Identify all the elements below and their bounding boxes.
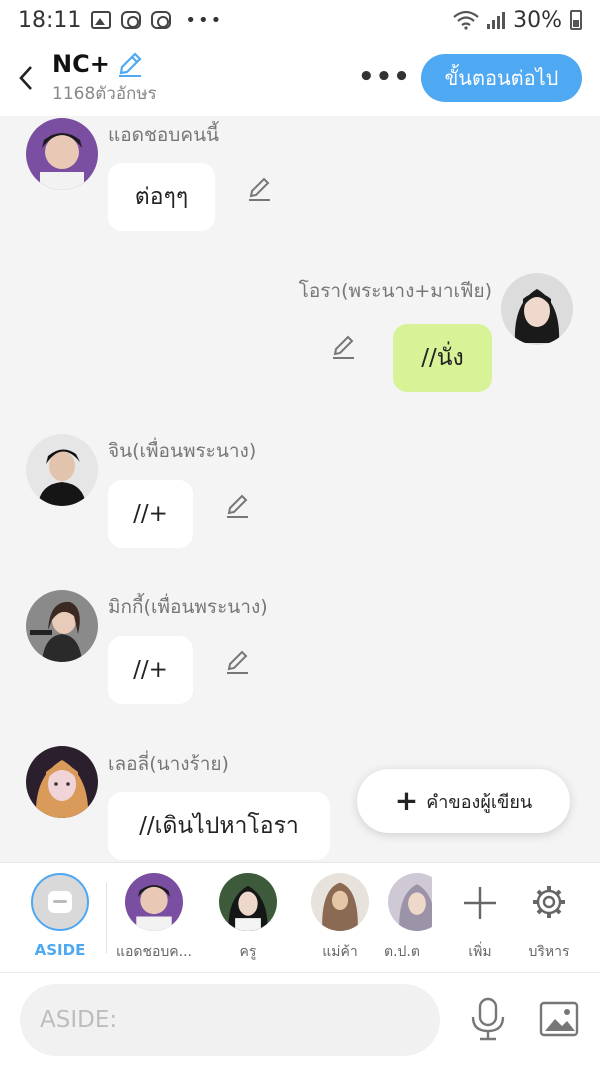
character-item[interactable]: ต.ป.ต: [372, 873, 432, 963]
message-bubble[interactable]: //+: [108, 480, 193, 548]
edit-message-icon[interactable]: [224, 492, 252, 520]
sender-name: โอรา(พระนาง+มาเฟีย): [298, 280, 492, 302]
microphone-icon[interactable]: [470, 997, 506, 1041]
edit-message-icon[interactable]: [224, 648, 252, 676]
author-note-button[interactable]: + คำของผู้เขียน: [357, 769, 570, 833]
edit-message-icon[interactable]: [246, 175, 274, 203]
image-icon[interactable]: [539, 1001, 579, 1037]
chat-area: แอดชอบคนนี้ ต่อๆๆ โอรา(พระนาง+มาเฟีย) //…: [0, 116, 600, 862]
character-item[interactable]: แอดชอบค...: [104, 873, 204, 963]
plus-icon: +: [394, 784, 419, 817]
character-avatar: [219, 873, 277, 931]
avatar[interactable]: [501, 273, 573, 345]
character-avatar: [311, 873, 369, 931]
gear-icon: [533, 886, 565, 918]
message-bubble[interactable]: //+: [108, 636, 193, 704]
story-title: NC+: [52, 49, 110, 78]
header: NC+ 1168ตัวอักษร ••• ขั้นตอนต่อไป: [0, 40, 600, 116]
sender-name: แอดชอบคนนี้: [108, 124, 220, 146]
character-label: ครู: [239, 944, 257, 960]
sender-name: เลอลี่(นางร้าย): [108, 753, 229, 775]
sender-name: จิน(เพื่อนพระนาง): [108, 440, 257, 462]
back-button[interactable]: [0, 40, 52, 116]
character-label: ASIDE: [34, 941, 86, 959]
character-label: แม่ค้า: [322, 944, 358, 960]
character-aside[interactable]: ASIDE: [10, 873, 110, 959]
character-label: ต.ป.ต: [384, 944, 420, 960]
sender-name: มิกกี้(เพื่อนพระนาง): [108, 596, 268, 618]
battery-percent: 30%: [513, 7, 562, 33]
avatar[interactable]: [26, 590, 98, 662]
message-bubble[interactable]: ต่อๆๆ: [108, 163, 215, 231]
instagram-notification-icon: [121, 11, 142, 29]
gallery-notification-icon: [91, 11, 112, 29]
aside-avatar: [31, 873, 89, 931]
edit-title-icon[interactable]: [116, 50, 144, 78]
avatar[interactable]: [26, 118, 98, 190]
next-step-button[interactable]: ขั้นตอนต่อไป: [421, 54, 582, 102]
character-selector: ASIDE แอดชอบค... ครู แม่ค้า ต.ป.ต เพิ่ม: [0, 862, 600, 972]
edit-message-icon[interactable]: [330, 333, 358, 361]
add-label: เพิ่ม: [468, 944, 492, 960]
manage-label: บริหาร: [528, 944, 570, 960]
status-time: 18:11: [18, 7, 82, 33]
message-input[interactable]: [20, 984, 440, 1056]
character-item[interactable]: ครู: [198, 873, 298, 963]
chevron-left-icon: [19, 66, 32, 90]
plus-icon: [464, 887, 496, 919]
character-avatar: [125, 873, 183, 931]
add-character-button[interactable]: เพิ่ม: [445, 873, 515, 963]
composer: [0, 972, 600, 1067]
author-note-label: คำของผู้เขียน: [426, 791, 533, 813]
wifi-icon: [453, 10, 479, 30]
message-bubble[interactable]: //เดินไปหาโอรา: [108, 792, 330, 860]
avatar[interactable]: [26, 746, 98, 818]
battery-icon: [570, 10, 582, 30]
manage-characters-button[interactable]: บริหาร: [514, 873, 584, 963]
more-options-icon[interactable]: •••: [358, 62, 411, 92]
character-avatar: [388, 873, 432, 931]
message-bubble[interactable]: //นั่ง: [393, 324, 492, 392]
title-block: NC+ 1168ตัวอักษร: [52, 50, 157, 107]
character-label: แอดชอบค...: [115, 944, 193, 960]
signal-icon: [487, 11, 506, 29]
status-bar: 18:11 ••• 30%: [0, 0, 600, 40]
avatar[interactable]: [26, 434, 98, 506]
character-count: 1168ตัวอักษร: [52, 83, 157, 104]
instagram-notification-icon-2: [151, 11, 172, 29]
more-notifications-icon: •••: [185, 9, 224, 31]
